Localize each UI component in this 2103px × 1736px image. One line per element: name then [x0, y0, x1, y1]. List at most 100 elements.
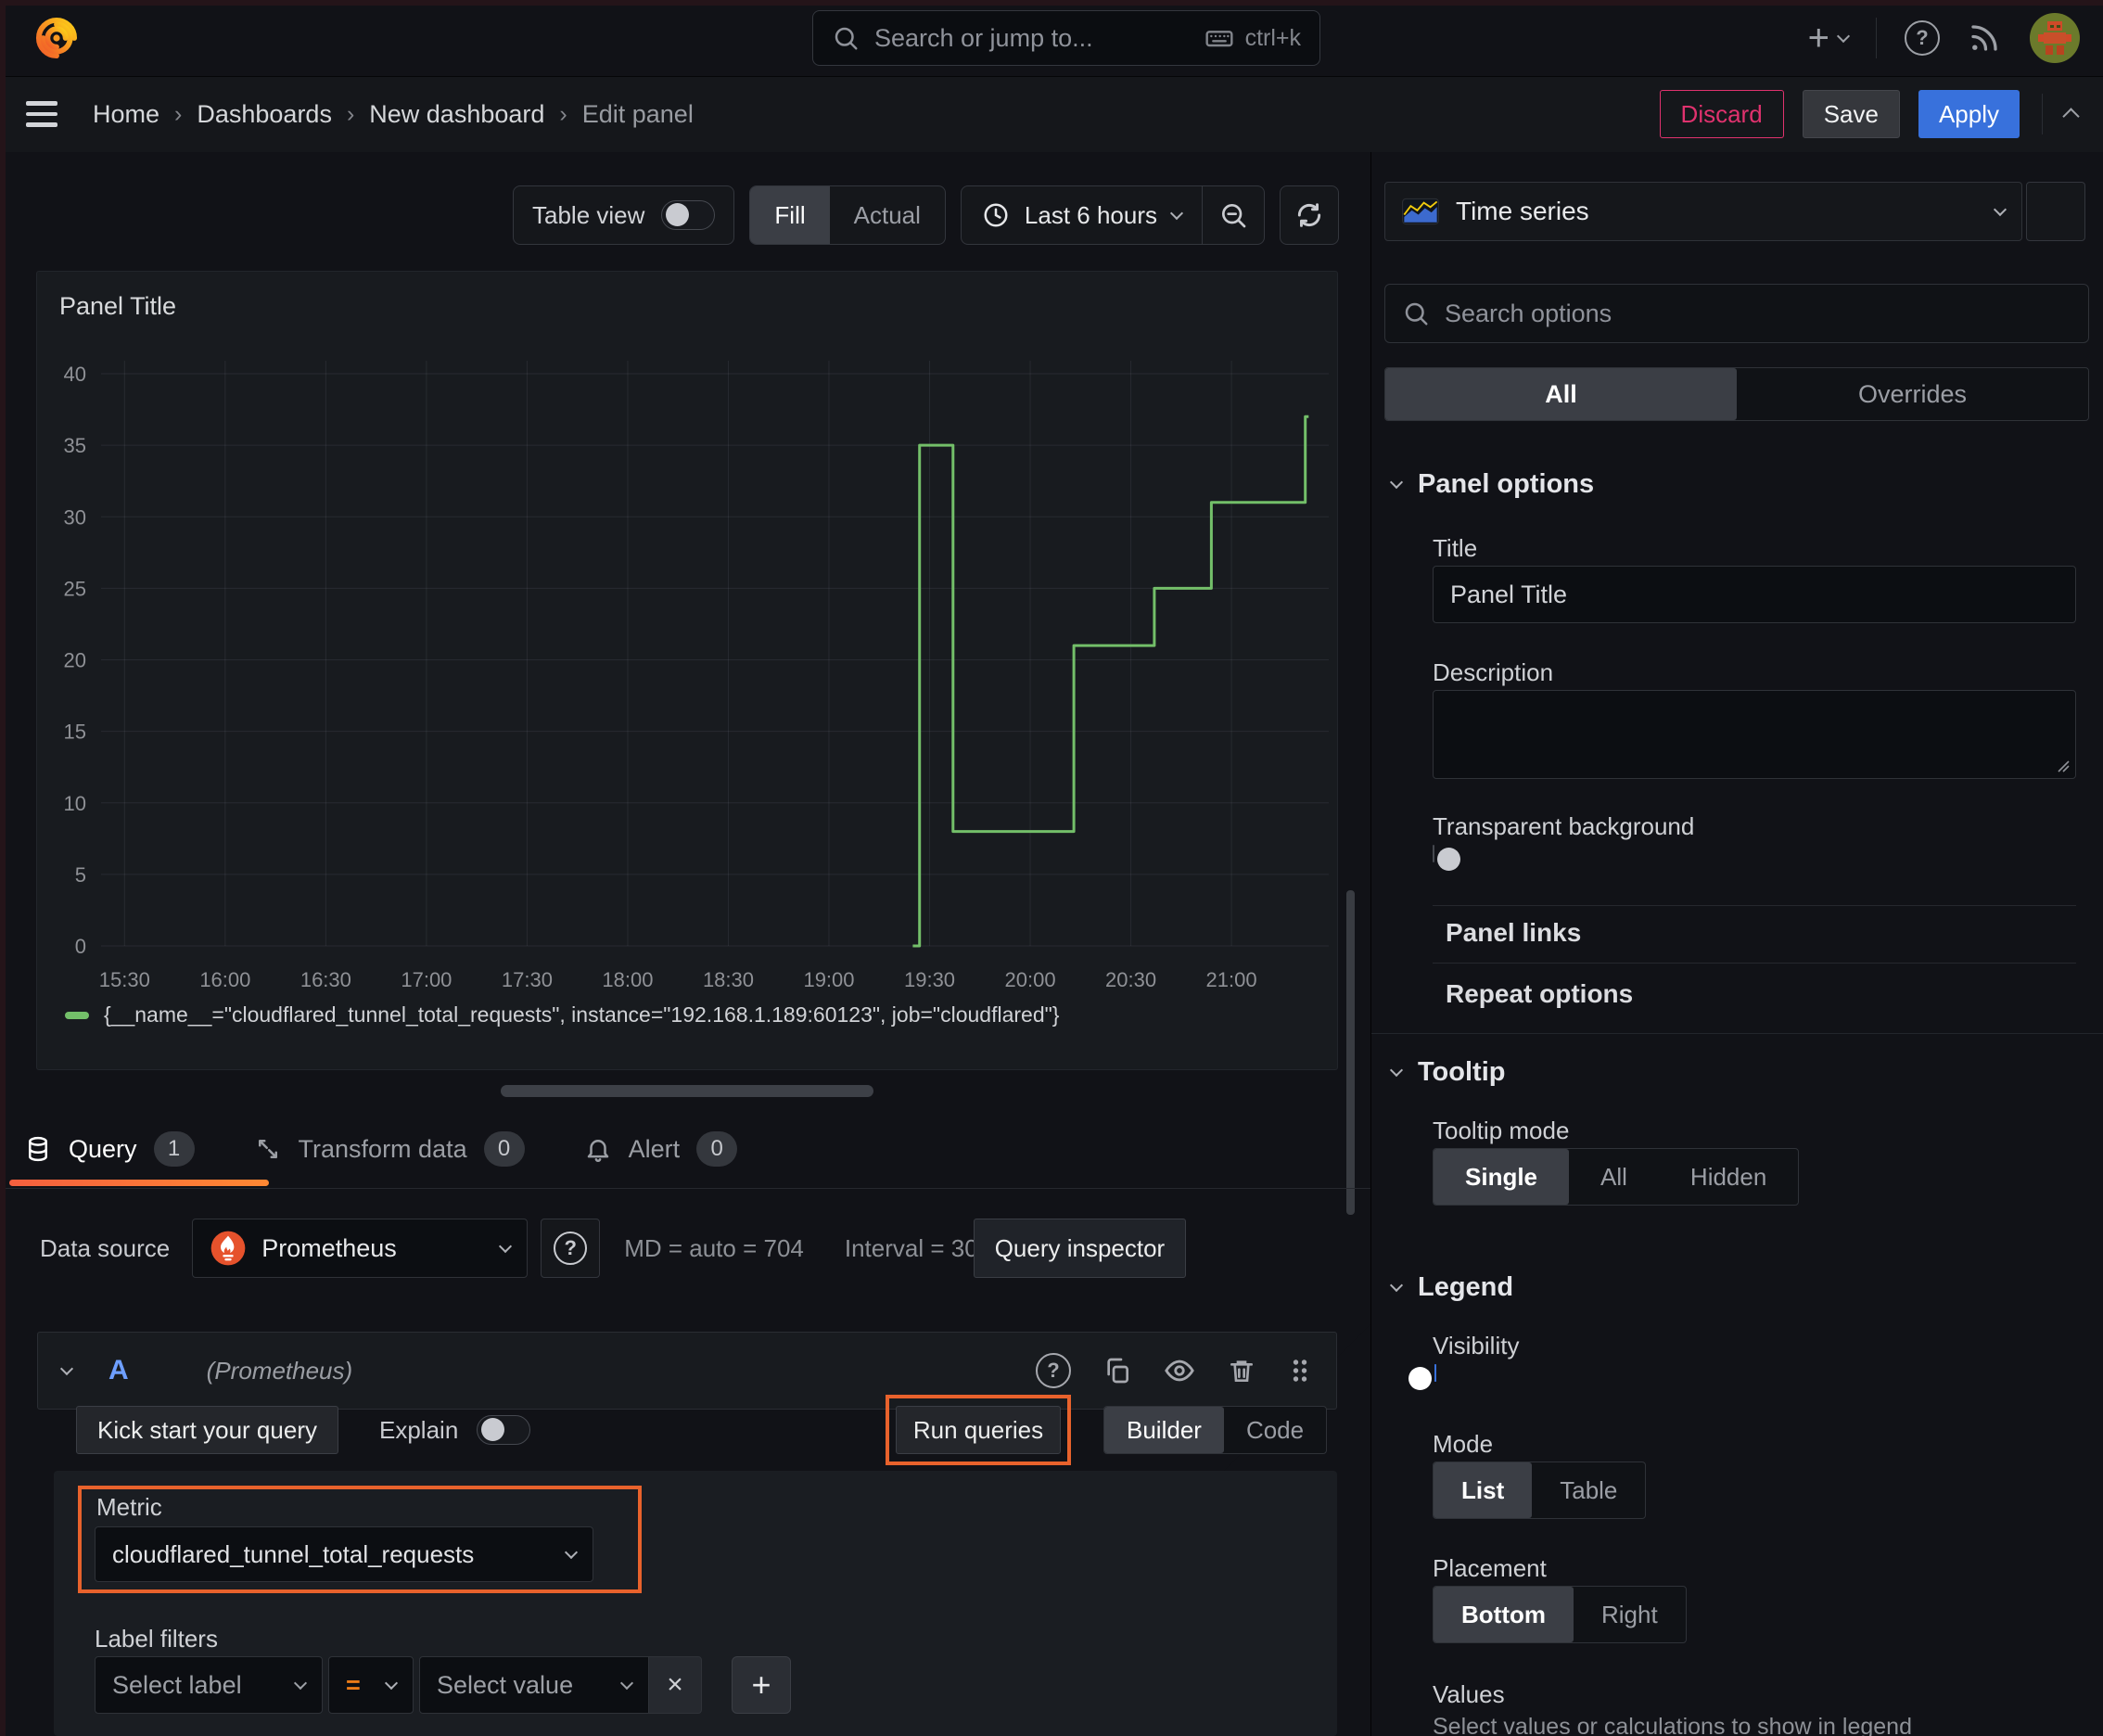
search-options-placeholder: Search options	[1445, 299, 1612, 327]
apply-button[interactable]: Apply	[1918, 90, 2020, 138]
table-view-control: Table view	[513, 185, 735, 245]
panel-view-controls: Table view Fill Actual Last 6 hours	[513, 185, 1339, 245]
tab-query[interactable]: Query 1	[24, 1131, 195, 1167]
remove-filter-button[interactable]: ×	[648, 1656, 702, 1714]
chevron-down-icon	[619, 1676, 634, 1690]
panel-links-section[interactable]: Panel links	[1446, 918, 1581, 948]
add-filter-button[interactable]: +	[732, 1656, 791, 1714]
legend-placement-right[interactable]: Right	[1574, 1587, 1686, 1642]
visualization-select[interactable]: Time series	[1384, 182, 2022, 241]
description-textarea[interactable]	[1433, 690, 2076, 779]
query-inspector-button[interactable]: Query inspector	[973, 1219, 1187, 1278]
tab-alert[interactable]: Alert 0	[584, 1131, 738, 1167]
tooltip-single-option[interactable]: Single	[1434, 1149, 1570, 1205]
query-help-icon[interactable]: ?	[1036, 1353, 1071, 1388]
horizontal-scrollbar[interactable]	[501, 1085, 873, 1097]
tab-all[interactable]: All	[1385, 368, 1737, 420]
description-label: Description	[1433, 658, 1554, 686]
fill-option[interactable]: Fill	[750, 186, 830, 244]
legend-visibility-toggle[interactable]	[1408, 1364, 1436, 1390]
close-icon: ×	[667, 1669, 683, 1700]
transparent-background-toggle[interactable]	[1433, 845, 1460, 871]
builder-option[interactable]: Builder	[1104, 1407, 1224, 1453]
zoom-out-button[interactable]	[1203, 200, 1264, 230]
chevron-down-icon	[564, 1545, 579, 1559]
svg-text:20:30: 20:30	[1105, 968, 1156, 991]
svg-text:17:30: 17:30	[502, 968, 553, 991]
datasource-select[interactable]: Prometheus	[192, 1219, 529, 1278]
datasource-help-button[interactable]: ?	[541, 1219, 601, 1278]
active-tab-underline	[9, 1180, 269, 1186]
table-view-toggle[interactable]	[661, 200, 716, 230]
svg-text:35: 35	[64, 434, 86, 457]
hide-query-icon[interactable]	[1164, 1355, 1195, 1386]
query-count-badge: 1	[153, 1131, 195, 1167]
chevron-down-icon	[1836, 29, 1851, 43]
breadcrumb-dashboards[interactable]: Dashboards	[197, 100, 332, 129]
interval-stat: Interval = 30s	[844, 1233, 990, 1262]
breadcrumb-separator: ›	[559, 100, 567, 127]
keyboard-shortcut: ctrl+k	[1204, 23, 1301, 53]
label-filters-label: Label filters	[95, 1625, 218, 1653]
datasource-row: Data source Prometheus ? MD = auto = 704…	[40, 1191, 2103, 1736]
metric-select[interactable]: cloudflared_tunnel_total_requests	[95, 1526, 593, 1582]
select-label-dropdown[interactable]: Select label	[95, 1656, 323, 1714]
collapse-query-icon[interactable]	[59, 1361, 74, 1375]
query-row-header[interactable]: A (Prometheus) ?	[37, 1332, 1337, 1410]
kick-start-query-button[interactable]: Kick start your query	[76, 1406, 338, 1454]
alert-count-badge: 0	[696, 1131, 738, 1167]
legend-mode-switch: List Table	[1433, 1462, 1647, 1519]
bell-icon	[584, 1135, 612, 1163]
save-button[interactable]: Save	[1802, 90, 1900, 138]
chevron-down-icon	[1389, 1063, 1404, 1078]
tab-overrides[interactable]: Overrides	[1737, 368, 2088, 420]
legend-section-header[interactable]: Legend	[1389, 1272, 1513, 1303]
user-avatar[interactable]	[2029, 12, 2081, 64]
metric-label: Metric	[96, 1493, 162, 1521]
collapse-options-pane-icon[interactable]	[2062, 108, 2080, 125]
drag-handle-icon[interactable]	[1288, 1357, 1312, 1385]
title-input[interactable]: Panel Title	[1433, 566, 2076, 623]
menu-toggle-button[interactable]	[26, 101, 57, 127]
svg-text:18:00: 18:00	[602, 968, 653, 991]
legend-mode-table[interactable]: Table	[1532, 1462, 1645, 1518]
actual-option[interactable]: Actual	[830, 186, 945, 244]
new-menu-button[interactable]: +	[1808, 19, 1851, 57]
tab-transform-data[interactable]: Transform data 0	[254, 1131, 525, 1167]
discard-button[interactable]: Discard	[1659, 90, 1784, 138]
grafana-logo-icon[interactable]	[32, 13, 82, 63]
refresh-button[interactable]	[1280, 185, 1339, 245]
toggle-viz-picker-button[interactable]	[2026, 182, 2085, 241]
legend-mode-list[interactable]: List	[1434, 1462, 1533, 1518]
breadcrumb-new-dashboard[interactable]: New dashboard	[369, 100, 544, 129]
panel-options-header[interactable]: Panel options	[1389, 469, 1594, 500]
tooltip-section-header[interactable]: Tooltip	[1389, 1057, 1505, 1088]
title-label: Title	[1433, 534, 1478, 562]
news-rss-button[interactable]	[1968, 21, 2001, 55]
chevron-down-icon	[384, 1676, 399, 1690]
tabs-divider	[0, 1188, 1370, 1189]
legend-placement-bottom[interactable]: Bottom	[1434, 1587, 1574, 1642]
time-range-picker[interactable]: Last 6 hours	[962, 201, 1202, 230]
tooltip-all-option[interactable]: All	[1569, 1149, 1659, 1205]
transform-icon	[254, 1135, 282, 1163]
duplicate-query-icon[interactable]	[1102, 1356, 1132, 1385]
breadcrumb-separator: ›	[346, 100, 355, 127]
operator-dropdown[interactable]: =	[328, 1656, 414, 1714]
code-option[interactable]: Code	[1224, 1407, 1326, 1453]
delete-query-icon[interactable]	[1227, 1356, 1256, 1385]
select-value-dropdown[interactable]: Select value	[419, 1656, 649, 1714]
run-queries-button[interactable]: Run queries	[895, 1406, 1062, 1454]
breadcrumb-home[interactable]: Home	[93, 100, 159, 129]
time-series-chart[interactable]: 0 5 10 15 20 25 30 35 40 15:30 16:00 16:30 17:00 17:3…	[37, 272, 1339, 1071]
search-input[interactable]: Search or jump to... ctrl+k	[812, 10, 1320, 66]
repeat-options-section[interactable]: Repeat options	[1446, 979, 1633, 1009]
explain-toggle[interactable]	[477, 1415, 531, 1445]
tooltip-hidden-option[interactable]: Hidden	[1659, 1149, 1798, 1205]
query-datasource-note: (Prometheus)	[206, 1356, 353, 1385]
search-options-input[interactable]: Search options	[1384, 284, 2089, 343]
help-button[interactable]: ?	[1905, 20, 1940, 56]
tooltip-mode-label: Tooltip mode	[1433, 1117, 1570, 1144]
chart-legend[interactable]: {__name__="cloudflared_tunnel_total_requ…	[65, 1002, 1059, 1028]
svg-text:40: 40	[64, 363, 86, 386]
